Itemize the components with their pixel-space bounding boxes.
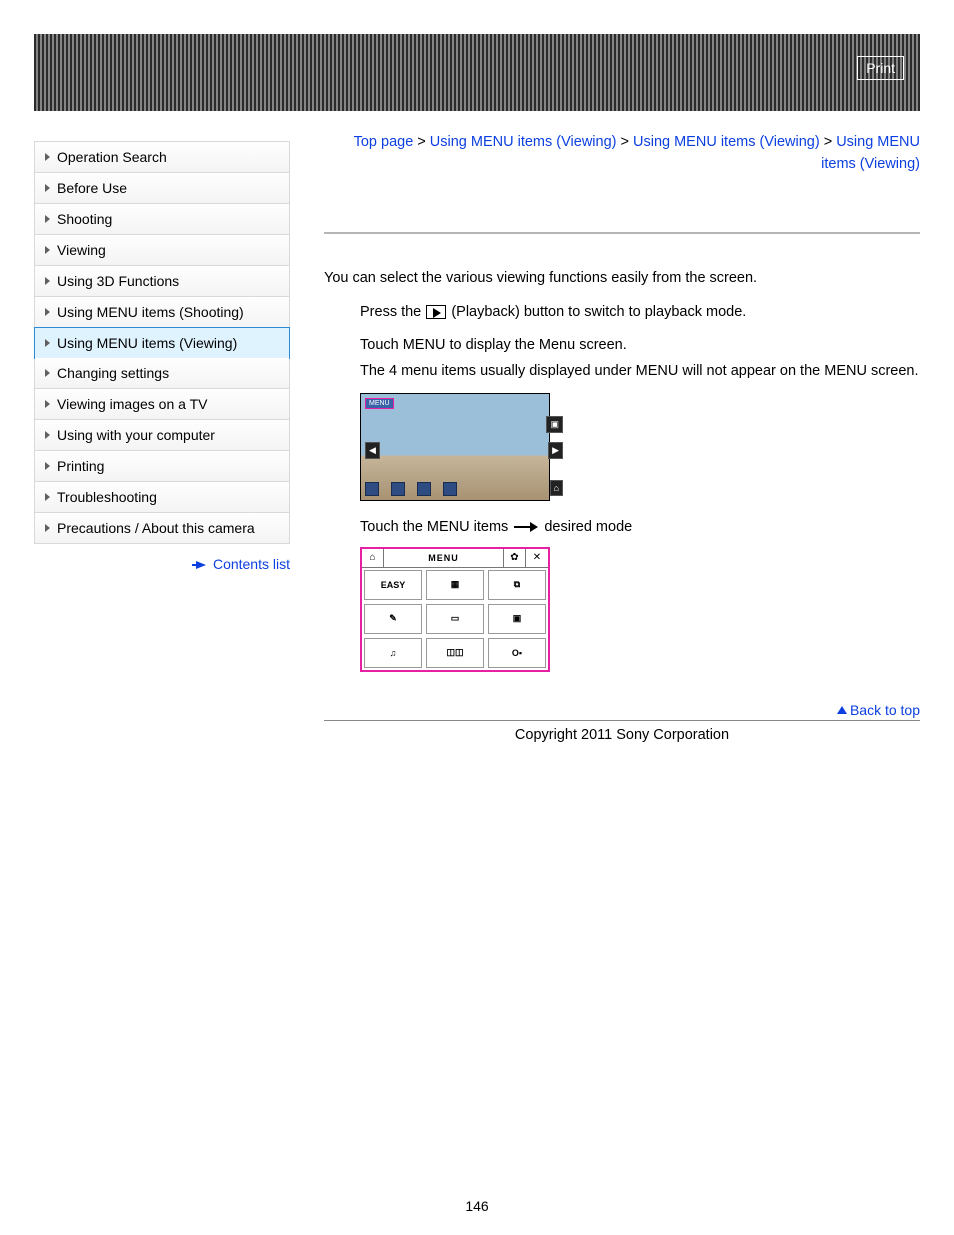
sidebar-item-6[interactable]: Using MENU items (Viewing) bbox=[34, 327, 290, 359]
triangle-up-icon bbox=[837, 706, 847, 714]
menu-cell: O▪ bbox=[488, 638, 546, 668]
sidebar-nav: Operation SearchBefore UseShootingViewin… bbox=[34, 141, 290, 743]
step3-pre: Touch the MENU items bbox=[360, 519, 512, 535]
arrow-right-icon bbox=[196, 561, 206, 569]
sidebar-item-2[interactable]: Shooting bbox=[35, 204, 289, 235]
flow-arrow-icon bbox=[514, 523, 538, 531]
step-2b: The 4 menu items usually displayed under… bbox=[360, 361, 920, 383]
step3-post: desired mode bbox=[544, 519, 632, 535]
step-3: Touch the MENU items desired mode bbox=[360, 519, 920, 535]
sidebar-item-5[interactable]: Using MENU items (Shooting) bbox=[35, 297, 289, 328]
breadcrumb-sep: > bbox=[820, 134, 837, 150]
breadcrumb-link-0[interactable]: Top page bbox=[354, 134, 414, 150]
step1-post: button to switch to playback mode. bbox=[520, 304, 747, 320]
bottom-icon-4 bbox=[443, 482, 457, 496]
print-link[interactable]: Print bbox=[857, 56, 904, 80]
home-chip: ⌂ bbox=[550, 480, 563, 496]
playback-label: (Playback) bbox=[451, 304, 520, 320]
sidebar-item-4[interactable]: Using 3D Functions bbox=[35, 266, 289, 297]
header-band: Print bbox=[34, 34, 920, 111]
menu-cell: ◫◫ bbox=[426, 638, 484, 668]
copyright-text: Copyright 2011 Sony Corporation bbox=[324, 727, 920, 743]
contents-list-link[interactable]: Contents list bbox=[213, 556, 290, 572]
menu-title: MENU bbox=[384, 549, 504, 567]
menu-cell: ♫ bbox=[364, 638, 422, 668]
breadcrumb-sep: > bbox=[616, 134, 633, 150]
menu-cell: ▣ bbox=[488, 604, 546, 634]
breadcrumb-link-1[interactable]: Using MENU items (Viewing) bbox=[430, 134, 617, 150]
sidebar-item-12[interactable]: Precautions / About this camera bbox=[35, 513, 289, 543]
breadcrumb-sep: > bbox=[413, 134, 430, 150]
playback-icon bbox=[426, 305, 446, 319]
breadcrumb-current: Using MENU items (Viewing) bbox=[821, 134, 920, 172]
next-icon: ▶ bbox=[548, 442, 563, 459]
step1-pre: Press the bbox=[360, 304, 425, 320]
sidebar-item-10[interactable]: Printing bbox=[35, 451, 289, 482]
bottom-icon-1 bbox=[365, 482, 379, 496]
page-number: 146 bbox=[0, 1198, 954, 1214]
view-chip: ▣ bbox=[546, 416, 563, 433]
bottom-icon-2 bbox=[391, 482, 405, 496]
sidebar-item-0[interactable]: Operation Search bbox=[35, 142, 289, 173]
step-2a: Touch MENU to display the Menu screen. bbox=[360, 335, 920, 357]
menu-home-icon: ⌂ bbox=[362, 549, 384, 567]
sidebar-item-9[interactable]: Using with your computer bbox=[35, 420, 289, 451]
menu-cell: ▦ bbox=[426, 570, 484, 600]
menu-gear-icon: ✿ bbox=[504, 549, 526, 567]
sidebar-item-1[interactable]: Before Use bbox=[35, 173, 289, 204]
sidebar-item-11[interactable]: Troubleshooting bbox=[35, 482, 289, 513]
menu-cell: ✎ bbox=[364, 604, 422, 634]
main-content: Top page > Using MENU items (Viewing) > … bbox=[290, 131, 920, 743]
breadcrumb: Top page > Using MENU items (Viewing) > … bbox=[324, 131, 920, 176]
sidebar-item-3[interactable]: Viewing bbox=[35, 235, 289, 266]
menu-cell: ⧉ bbox=[488, 570, 546, 600]
prev-icon: ◀ bbox=[365, 442, 380, 459]
section-divider bbox=[324, 232, 920, 234]
back-to-top-link[interactable]: Back to top bbox=[837, 702, 920, 718]
menu-cell: ▭ bbox=[426, 604, 484, 634]
intro-text: You can select the various viewing funct… bbox=[324, 268, 920, 290]
step-1: Press the (Playback) button to switch to… bbox=[360, 302, 920, 324]
sidebar-item-8[interactable]: Viewing images on a TV bbox=[35, 389, 289, 420]
camera-playback-screenshot: MENU ◀ ▣ ▶ ⌂ bbox=[360, 393, 550, 501]
breadcrumb-link-2[interactable]: Using MENU items (Viewing) bbox=[633, 134, 820, 150]
menu-cell: EASY bbox=[364, 570, 422, 600]
back-to-top-label: Back to top bbox=[850, 702, 920, 718]
menu-tag: MENU bbox=[365, 398, 394, 409]
menu-grid-screenshot: ⌂ MENU ✿ ✕ EASY ▦ ⧉ ✎ ▭ ▣ bbox=[360, 547, 550, 672]
menu-close-icon: ✕ bbox=[526, 549, 548, 567]
sidebar-item-7[interactable]: Changing settings bbox=[35, 358, 289, 389]
bottom-icon-3 bbox=[417, 482, 431, 496]
